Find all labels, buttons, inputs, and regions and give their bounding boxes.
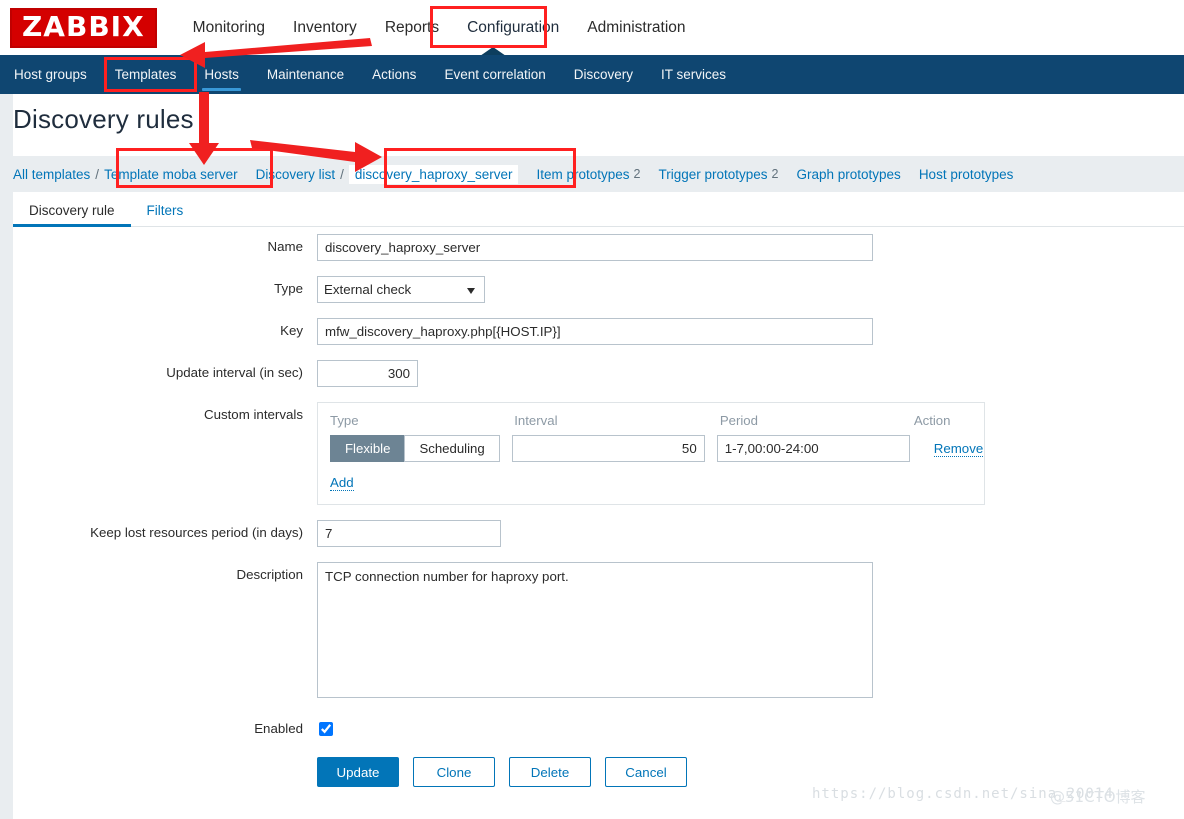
menu-item-reports[interactable]: Reports bbox=[371, 0, 453, 55]
type-select-wrapper: External check bbox=[317, 276, 485, 303]
breadcrumb-group-template: All templates / Template moba server bbox=[13, 167, 238, 182]
tab-filters[interactable]: Filters bbox=[131, 203, 200, 226]
subnav-item-it-services[interactable]: IT services bbox=[647, 55, 740, 94]
breadcrumb-all-templates[interactable]: All templates bbox=[13, 167, 90, 182]
zabbix-window: ZABBIX Monitoring Inventory Reports Conf… bbox=[0, 0, 1184, 819]
type-select[interactable]: External check bbox=[317, 276, 485, 303]
field-row-type: Type External check bbox=[13, 276, 1184, 303]
field-row-name: Name bbox=[13, 234, 1184, 261]
subnav-item-templates[interactable]: Templates bbox=[101, 55, 191, 94]
keep-lost-input[interactable] bbox=[317, 520, 501, 547]
subnav-item-maintenance[interactable]: Maintenance bbox=[253, 55, 358, 94]
breadcrumb-current-rule[interactable]: discovery_haproxy_server bbox=[348, 164, 519, 184]
zabbix-logo[interactable]: ZABBIX bbox=[10, 7, 157, 48]
watermark-tag: @51CTO博客 bbox=[1050, 788, 1146, 806]
breadcrumb-item-prototypes[interactable]: Item prototypes 2 bbox=[536, 167, 640, 182]
breadcrumb-host-prototypes[interactable]: Host prototypes bbox=[919, 167, 1014, 182]
update-interval-label: Update interval (in sec) bbox=[166, 365, 303, 380]
keep-lost-label: Keep lost resources period (in days) bbox=[90, 525, 303, 540]
update-button[interactable]: Update bbox=[317, 757, 399, 787]
breadcrumb-template-name[interactable]: Template moba server bbox=[104, 167, 238, 182]
field-row-keep-lost: Keep lost resources period (in days) bbox=[13, 520, 1184, 547]
top-header: ZABBIX Monitoring Inventory Reports Conf… bbox=[0, 0, 1184, 55]
breadcrumb-trigger-prototypes[interactable]: Trigger prototypes 2 bbox=[658, 167, 778, 182]
custom-intervals-table: Type Interval Period Action Flexible Sch… bbox=[317, 402, 985, 505]
breadcrumb-host-prototypes-link[interactable]: Host prototypes bbox=[919, 167, 1014, 182]
header-interval: Interval bbox=[514, 413, 558, 428]
custom-interval-input[interactable] bbox=[511, 435, 705, 462]
field-row-custom-intervals: Custom intervals Type Interval Period Ac… bbox=[13, 402, 1184, 505]
form-action-buttons: Update Clone Delete Cancel bbox=[303, 757, 1184, 787]
breadcrumb-discovery-list[interactable]: Discovery list bbox=[256, 167, 336, 182]
discovery-rule-form: Name Type External check bbox=[13, 234, 1184, 787]
custom-interval-row: Flexible Scheduling Remove bbox=[330, 435, 984, 462]
interval-type-toggle: Flexible Scheduling bbox=[330, 435, 500, 462]
header-period: Period bbox=[719, 413, 758, 428]
cancel-button[interactable]: Cancel bbox=[605, 757, 687, 787]
tab-discovery-rule[interactable]: Discovery rule bbox=[13, 203, 131, 227]
breadcrumb-item-prototypes-link[interactable]: Item prototypes bbox=[536, 167, 629, 182]
add-interval-wrapper: Add bbox=[330, 475, 972, 491]
clone-button[interactable]: Clone bbox=[413, 757, 495, 787]
key-input[interactable] bbox=[317, 318, 873, 345]
page-body: Discovery rules All templates / Template… bbox=[0, 94, 1184, 819]
breadcrumb-graph-prototypes[interactable]: Graph prototypes bbox=[797, 167, 901, 182]
menu-item-configuration[interactable]: Configuration bbox=[453, 0, 573, 55]
update-interval-input[interactable] bbox=[317, 360, 418, 387]
trigger-prototypes-count: 2 bbox=[771, 167, 779, 181]
field-row-update-interval: Update interval (in sec) bbox=[13, 360, 1184, 387]
type-label: Type bbox=[274, 281, 303, 296]
enabled-label: Enabled bbox=[254, 721, 303, 736]
name-input[interactable] bbox=[317, 234, 873, 261]
field-row-description: Description TCP connection number for ha… bbox=[13, 562, 1184, 701]
subnav-item-actions[interactable]: Actions bbox=[358, 55, 430, 94]
field-row-enabled: Enabled bbox=[13, 716, 1184, 742]
field-row-key: Key bbox=[13, 318, 1184, 345]
menu-item-monitoring[interactable]: Monitoring bbox=[179, 0, 279, 55]
custom-intervals-header: Type Interval Period Action bbox=[330, 413, 972, 428]
name-label: Name bbox=[267, 239, 303, 254]
subnav-item-host-groups[interactable]: Host groups bbox=[0, 55, 101, 94]
subnav-item-discovery[interactable]: Discovery bbox=[560, 55, 647, 94]
menu-item-inventory[interactable]: Inventory bbox=[279, 0, 371, 55]
remove-interval-link[interactable]: Remove bbox=[933, 441, 984, 457]
breadcrumb-trigger-prototypes-link[interactable]: Trigger prototypes bbox=[658, 167, 767, 182]
item-prototypes-count: 2 bbox=[633, 167, 641, 181]
key-label: Key bbox=[280, 323, 303, 338]
interval-type-flexible-button[interactable]: Flexible bbox=[330, 435, 405, 462]
breadcrumb: All templates / Template moba server Dis… bbox=[13, 156, 1184, 192]
description-label: Description bbox=[236, 567, 303, 582]
enabled-checkbox[interactable] bbox=[319, 722, 333, 736]
subnav-item-hosts[interactable]: Hosts bbox=[190, 55, 253, 94]
sub-menu: Host groups Templates Hosts Maintenance … bbox=[0, 55, 1184, 94]
interval-type-scheduling-button[interactable]: Scheduling bbox=[404, 435, 500, 462]
description-textarea[interactable]: TCP connection number for haproxy port. bbox=[317, 562, 873, 698]
breadcrumb-group-discovery: Discovery list / discovery_haproxy_serve… bbox=[256, 164, 519, 184]
menu-item-administration[interactable]: Administration bbox=[573, 0, 699, 55]
header-action: Action bbox=[913, 413, 951, 428]
breadcrumb-graph-prototypes-link[interactable]: Graph prototypes bbox=[797, 167, 901, 182]
breadcrumb-separator-2: / bbox=[340, 166, 344, 182]
add-interval-link[interactable]: Add bbox=[330, 475, 354, 491]
header-type: Type bbox=[330, 413, 359, 428]
custom-intervals-label: Custom intervals bbox=[203, 407, 303, 422]
custom-period-input[interactable] bbox=[716, 435, 910, 462]
content-panel: Discovery rules All templates / Template… bbox=[13, 94, 1184, 819]
main-menu: Monitoring Inventory Reports Configurati… bbox=[179, 0, 700, 55]
form-tabs: Discovery rule Filters bbox=[13, 194, 1184, 227]
breadcrumb-separator: / bbox=[95, 166, 100, 182]
page-title: Discovery rules bbox=[13, 104, 194, 134]
delete-button[interactable]: Delete bbox=[509, 757, 591, 787]
subnav-item-event-correlation[interactable]: Event correlation bbox=[430, 55, 559, 94]
